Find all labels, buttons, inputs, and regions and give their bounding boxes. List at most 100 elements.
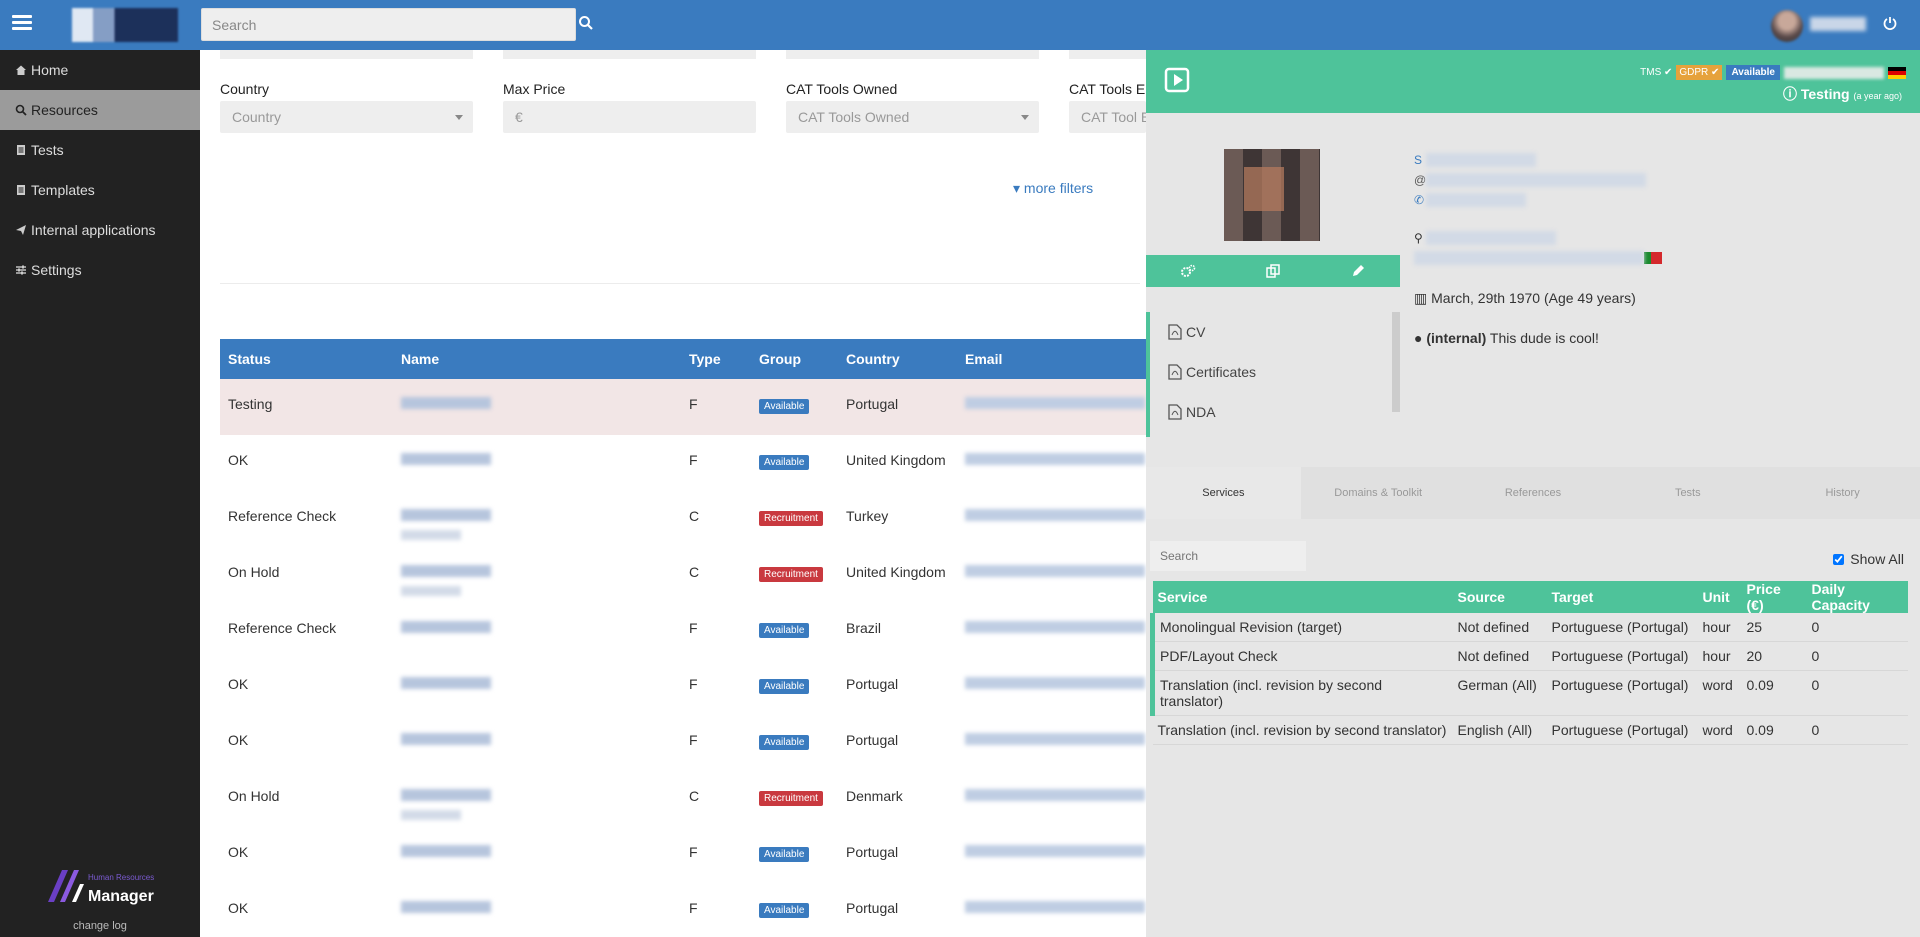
service-row[interactable]: Translation (incl. revision by second tr… — [1152, 715, 1908, 745]
table-row[interactable]: OK F Available Portugal — [220, 659, 1180, 715]
name-cell[interactable] — [393, 435, 681, 491]
document-cv[interactable]: CV — [1150, 312, 1400, 352]
app-logo[interactable] — [72, 8, 178, 42]
show-all-checkbox[interactable] — [1833, 553, 1845, 565]
cat-tools-owned-select[interactable]: CAT Tools Owned — [786, 101, 1039, 133]
more-filters-link[interactable]: ▾ more filters — [1013, 180, 1093, 197]
play-icon[interactable] — [1164, 67, 1190, 93]
column-header-status[interactable]: Status — [220, 339, 393, 379]
resource-email[interactable] — [965, 845, 1145, 857]
sidebar-item-internal-applications[interactable]: Internal applications — [0, 210, 200, 250]
name-cell[interactable] — [393, 827, 681, 883]
user-name[interactable] — [1810, 17, 1866, 31]
name-cell[interactable] — [393, 715, 681, 771]
resource-email[interactable] — [965, 677, 1145, 689]
sidebar-item-resources[interactable]: Resources — [0, 90, 200, 130]
search-input[interactable] — [201, 8, 576, 41]
filter-field[interactable] — [786, 50, 1039, 59]
max-price-input[interactable]: € — [503, 101, 756, 133]
sidebar-item-templates[interactable]: Templates — [0, 170, 200, 210]
table-row[interactable]: On Hold C Recruitment United Kingdom — [220, 547, 1180, 603]
resource-name[interactable] — [401, 509, 491, 521]
resource-email[interactable] — [965, 397, 1145, 409]
column-header-country[interactable]: Country — [838, 339, 957, 379]
table-row[interactable]: Reference Check C Recruitment Turkey — [220, 491, 1180, 547]
resource-email[interactable] — [965, 509, 1145, 521]
sidebar-item-settings[interactable]: Settings — [0, 250, 200, 290]
resource-name[interactable] — [401, 621, 491, 633]
changelog-link[interactable]: change log — [0, 920, 200, 932]
resource-name[interactable] — [401, 453, 491, 465]
table-row[interactable]: Testing F Available Portugal — [220, 379, 1180, 435]
name-cell[interactable] — [393, 491, 681, 547]
column-header-price[interactable]: Price (€) — [1741, 581, 1807, 613]
power-icon[interactable] — [1882, 15, 1898, 31]
resource-name[interactable] — [401, 901, 491, 913]
document-nda[interactable]: NDA — [1150, 392, 1400, 432]
name-cell[interactable] — [393, 547, 681, 603]
table-row[interactable]: OK F Available United Kingdom — [220, 435, 1180, 491]
service-row[interactable]: Monolingual Revision (target) Not defined… — [1150, 613, 1908, 642]
resource-name[interactable] — [401, 845, 491, 857]
resource-name[interactable] — [401, 677, 491, 689]
column-header-type[interactable]: Type — [681, 339, 751, 379]
sidebar-item-tests[interactable]: Tests — [0, 130, 200, 170]
tab-history[interactable]: History — [1765, 467, 1920, 519]
show-all-toggle[interactable]: Show All — [1833, 551, 1904, 567]
resource-email[interactable] — [965, 901, 1145, 913]
documents-scrollbar[interactable] — [1392, 312, 1400, 412]
name-cell[interactable] — [393, 883, 681, 937]
resource-email[interactable] — [965, 621, 1145, 633]
tab-references[interactable]: References — [1455, 467, 1611, 519]
tab-services[interactable]: Services — [1146, 467, 1301, 519]
country-select[interactable]: Country — [220, 101, 473, 133]
resource-email[interactable] — [965, 565, 1145, 577]
name-cell[interactable] — [393, 379, 681, 435]
column-header-group[interactable]: Group — [751, 339, 838, 379]
sidebar-item-home[interactable]: Home — [0, 50, 200, 90]
tab-domains-toolkit[interactable]: Domains & Toolkit — [1300, 467, 1456, 519]
menu-icon[interactable] — [12, 15, 32, 31]
skype-value[interactable] — [1426, 153, 1536, 167]
cogs-icon[interactable] — [1146, 255, 1231, 287]
resource-email[interactable] — [965, 789, 1145, 801]
service-row[interactable]: Translation (incl. revision by second tr… — [1150, 670, 1908, 716]
table-row[interactable]: On Hold C Recruitment Denmark — [220, 771, 1180, 827]
resource-email[interactable] — [965, 453, 1145, 465]
column-header-source[interactable]: Source — [1452, 581, 1547, 613]
filter-field[interactable] — [220, 50, 473, 59]
column-header-service[interactable]: Service — [1152, 581, 1453, 613]
edit-icon[interactable] — [1315, 255, 1400, 287]
table-row[interactable]: OK F Available Portugal — [220, 715, 1180, 771]
email-value[interactable] — [1426, 173, 1646, 187]
table-row[interactable]: OK F Available Portugal — [220, 883, 1180, 937]
name-cell[interactable] — [393, 659, 681, 715]
resource-name[interactable] — [401, 789, 491, 801]
services-search-input[interactable] — [1150, 541, 1306, 571]
cat-tools-experience-select[interactable]: CAT Tool E — [1069, 101, 1146, 133]
address-line: ⚲ — [1414, 228, 1914, 248]
name-cell[interactable] — [393, 603, 681, 659]
resource-email[interactable] — [965, 733, 1145, 745]
column-header-daily-capacity[interactable]: Daily Capacity — [1806, 581, 1908, 613]
resource-name[interactable] — [401, 565, 491, 577]
resource-name[interactable] — [401, 397, 491, 409]
status-text: Testing — [1800, 86, 1850, 102]
table-row[interactable]: Reference Check F Available Brazil — [220, 603, 1180, 659]
document-certificates[interactable]: Certificates — [1150, 352, 1400, 392]
filter-field[interactable] — [503, 50, 756, 59]
resource-company — [401, 530, 461, 540]
column-header-target[interactable]: Target — [1546, 581, 1698, 613]
filter-field[interactable] — [1069, 50, 1146, 59]
resource-name[interactable] — [401, 733, 491, 745]
avatar[interactable] — [1771, 10, 1803, 42]
table-row[interactable]: OK F Available Portugal — [220, 827, 1180, 883]
column-header-unit[interactable]: Unit — [1697, 581, 1742, 613]
column-header-name[interactable]: Name — [393, 339, 681, 379]
copy-icon[interactable] — [1231, 255, 1316, 287]
tab-tests[interactable]: Tests — [1610, 467, 1766, 519]
phone-value[interactable] — [1426, 193, 1526, 207]
service-row[interactable]: PDF/Layout Check Not defined Portuguese (P… — [1150, 641, 1908, 671]
name-cell[interactable] — [393, 771, 681, 827]
search-icon[interactable] — [578, 15, 594, 31]
